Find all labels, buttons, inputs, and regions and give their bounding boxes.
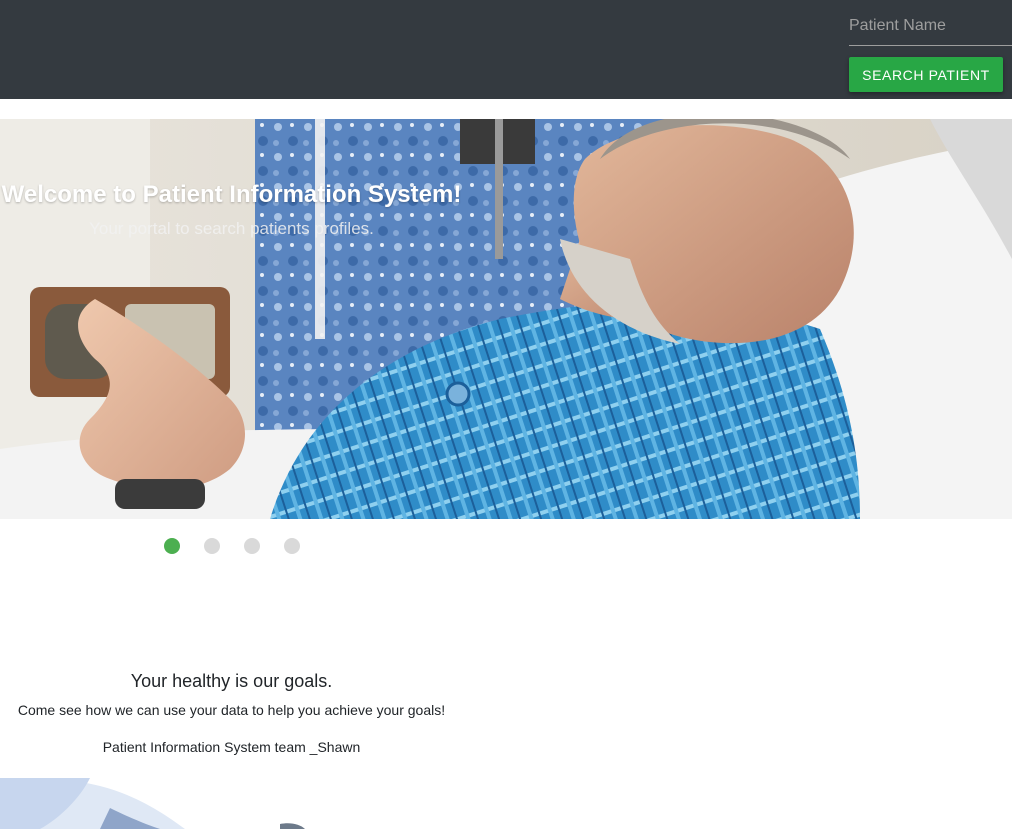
doctor-image [0,778,463,829]
carousel-indicator-3[interactable] [244,538,260,554]
carousel-indicator-4[interactable] [284,538,300,554]
slide-title: Welcome to Patient Information System! [1,181,462,208]
slide-subtitle: Your portal to search patients profiles. [89,219,374,238]
carousel-indicator-1[interactable] [164,538,180,554]
hospital-patient-image [0,119,1012,519]
carousel-indicators [0,538,463,554]
about-text: Come see how we can use your data to hel… [17,702,446,718]
top-navbar: SEARCH PATIENT [0,0,1012,99]
hero-carousel: Welcome to Patient Information System! Y… [0,119,1012,519]
patient-name-input[interactable] [849,6,1012,46]
about-title: Your healthy is our goals. [130,671,333,691]
carousel-indicator-2[interactable] [204,538,220,554]
about-signature: Patient Information System team _Shawn [102,739,361,755]
about-section: Your healthy is our goals. Come see how … [0,668,463,757]
search-patient-button[interactable]: SEARCH PATIENT [849,57,1003,92]
